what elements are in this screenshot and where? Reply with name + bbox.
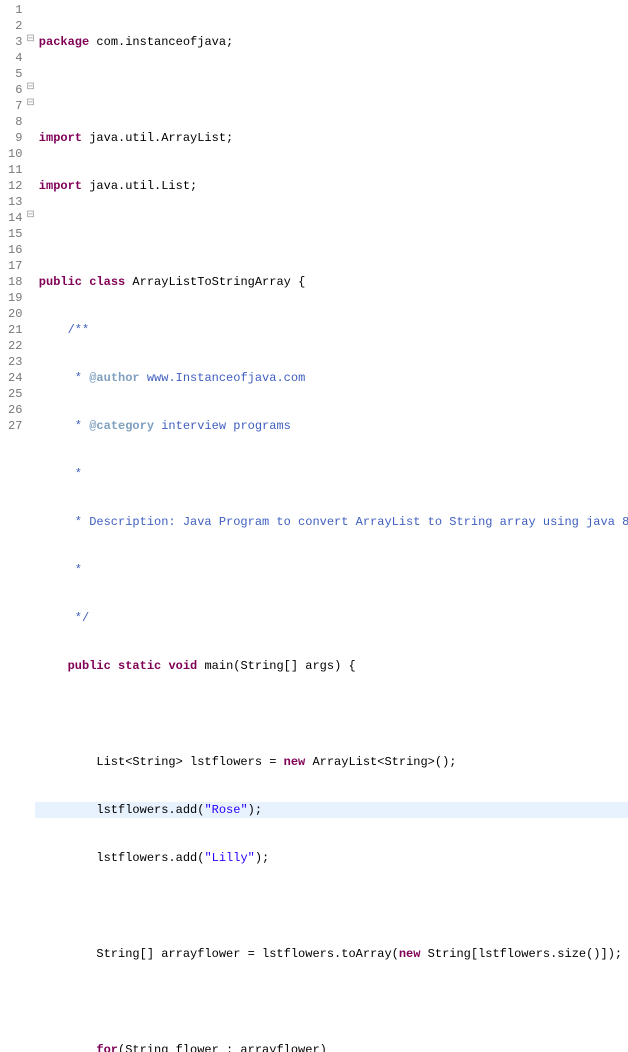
line-gutter: 1 2 3 4 5 6 7 8 9 10 11 12 13 14 15 16 1… — [0, 0, 26, 1052]
fold-toggle[interactable] — [26, 208, 34, 224]
current-line: lstflowers.add("Rose"); — [35, 802, 628, 818]
code-editor: 1 2 3 4 5 6 7 8 9 10 11 12 13 14 15 16 1… — [0, 0, 628, 1052]
fold-toggle[interactable] — [26, 32, 34, 48]
fold-toggle[interactable] — [26, 80, 34, 96]
code-area[interactable]: package com.instanceofjava; import java.… — [35, 0, 628, 1052]
fold-toggle[interactable] — [26, 96, 34, 112]
folding-column — [26, 0, 34, 1052]
